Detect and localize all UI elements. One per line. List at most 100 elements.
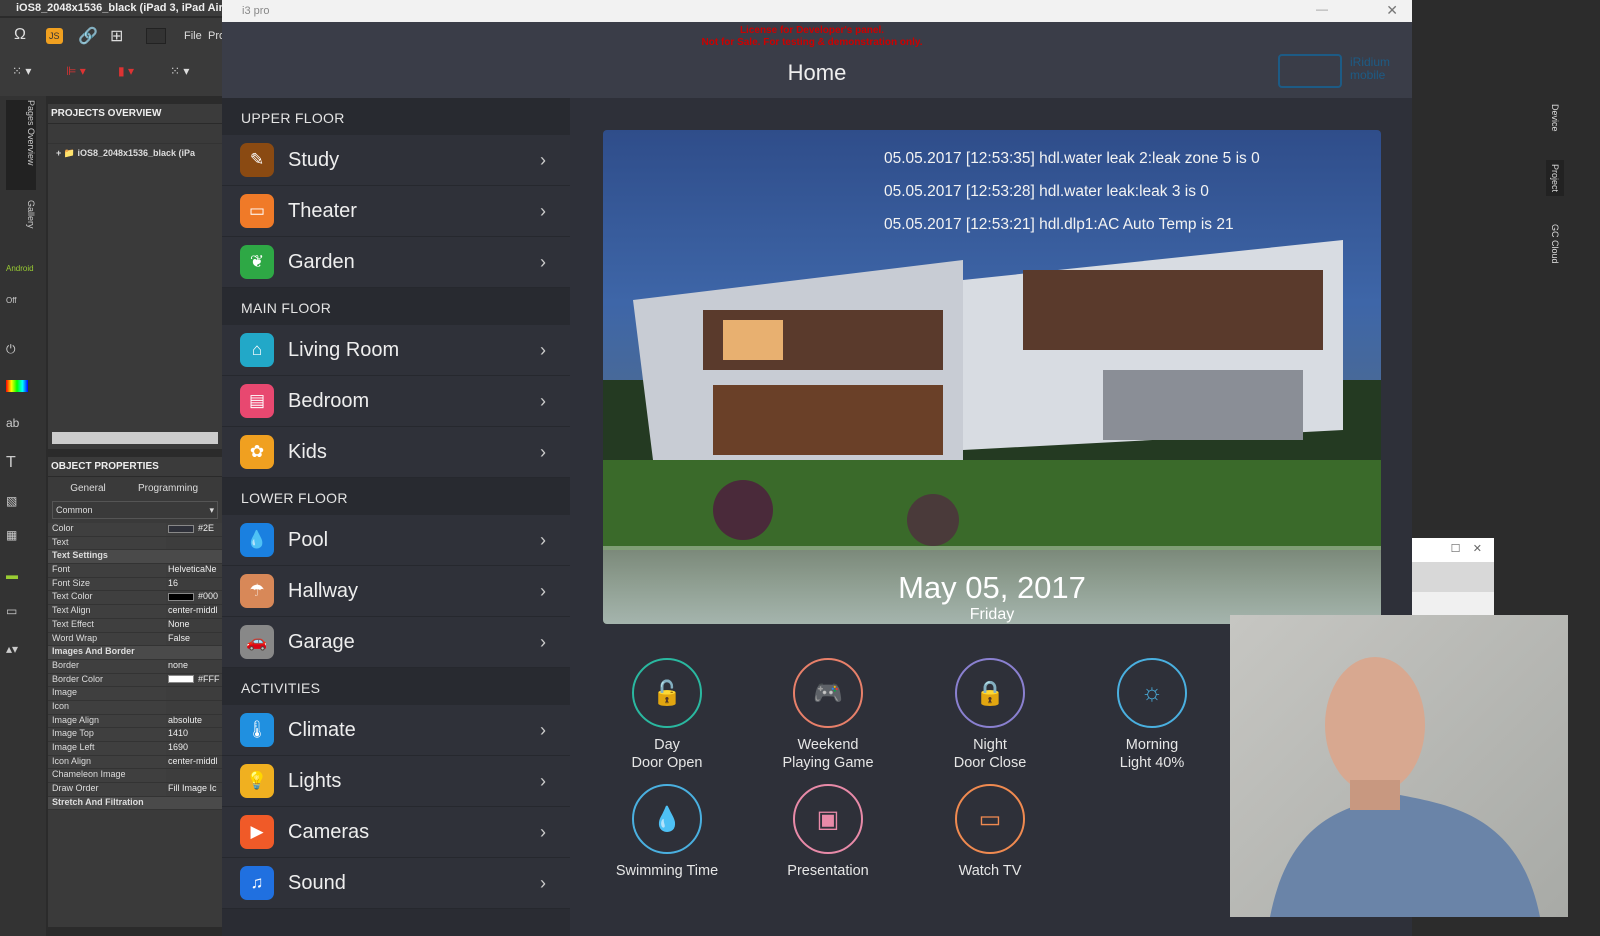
property-row[interactable]: Draw Order Fill Image Ic	[48, 783, 222, 797]
property-row[interactable]: Word Wrap False	[48, 632, 222, 647]
horizontal-scrollbar[interactable]	[52, 432, 218, 444]
property-row[interactable]: Image Top 1410	[48, 728, 222, 742]
property-value[interactable]: none	[166, 659, 222, 673]
sidebar-item-study[interactable]: ✎ Study ›	[222, 135, 570, 186]
tab-general[interactable]: General	[48, 483, 128, 494]
pages-overview-tab[interactable]: Pages Overview	[6, 100, 36, 190]
property-group-select[interactable]: Common ▾	[52, 501, 218, 519]
slider-icon[interactable]: ▬	[6, 568, 36, 590]
text-field-icon[interactable]: ab	[6, 416, 36, 438]
emulator-off-icon[interactable]: Off	[6, 296, 36, 318]
sidebar-item-living-room[interactable]: ⌂ Living Room ›	[222, 325, 570, 376]
activity-weekend-playing-game[interactable]: 🎮 Weekend Playing Game	[753, 658, 903, 772]
activity-night-door-close[interactable]: 🔒 Night Door Close	[915, 658, 1065, 772]
tab-programming[interactable]: Programming	[128, 483, 208, 494]
gc-cloud-tab[interactable]: GC Cloud	[1550, 224, 1560, 264]
property-row[interactable]: Border Color #FFF	[48, 673, 222, 688]
property-row[interactable]: Text Effect None	[48, 618, 222, 633]
project-tree-node[interactable]: + 📁 iOS8_2048x1536_black (iPa	[48, 144, 222, 163]
size-icon[interactable]: ▦	[6, 528, 36, 550]
property-value[interactable]: center-middl	[166, 605, 222, 618]
property-value[interactable]: #FFF	[166, 673, 222, 687]
sidebar-item-sound[interactable]: ♫ Sound ›	[222, 858, 570, 909]
sidebar-item-pool[interactable]: 💧 Pool ›	[222, 515, 570, 566]
sidebar-item-climate[interactable]: 🌡 Climate ›	[222, 705, 570, 756]
property-row[interactable]: Font Size 16	[48, 577, 222, 592]
chevron-right-icon: ›	[540, 390, 546, 411]
close-icon[interactable]: ✕	[1473, 543, 1482, 555]
property-value[interactable]: Fill Image Ic	[166, 783, 222, 796]
sidebar-item-garage[interactable]: 🚗 Garage ›	[222, 617, 570, 668]
close-window-icon[interactable]: ✕	[1386, 2, 1398, 19]
color-swatch[interactable]	[168, 675, 194, 684]
menu-file[interactable]: File	[184, 30, 202, 42]
property-value[interactable]: 16	[166, 577, 222, 591]
window-icon[interactable]	[146, 28, 166, 44]
property-row[interactable]: Image	[48, 687, 222, 701]
color-swatch[interactable]	[168, 524, 194, 533]
chevron-right-icon: ›	[540, 339, 546, 360]
sidebar-item-label: Theater	[288, 199, 357, 222]
property-value[interactable]: 1690	[166, 742, 222, 755]
property-row[interactable]: Color #2E	[48, 523, 222, 537]
distribute-icon[interactable]: ▮ ▾	[118, 64, 134, 78]
property-row[interactable]: Border none	[48, 659, 222, 674]
gallery-tab[interactable]: Gallery	[6, 200, 36, 250]
activity-morning-light-40-[interactable]: ☼ Morning Light 40%	[1077, 658, 1227, 772]
activity-watch-tv[interactable]: ▭ Watch TV	[915, 784, 1065, 880]
activity-swimming-time[interactable]: 💧 Swimming Time	[592, 784, 742, 880]
property-value[interactable]: 1410	[166, 728, 222, 741]
property-value[interactable]	[166, 700, 222, 714]
property-value[interactable]: absolute	[166, 714, 222, 728]
property-row[interactable]: Image Left 1690	[48, 742, 222, 756]
sidebar-item-theater[interactable]: ▭ Theater ›	[222, 186, 570, 237]
popup-icon[interactable]: ▴▾	[6, 642, 36, 664]
tree-icon[interactable]: ⊞	[110, 26, 123, 46]
property-value[interactable]: center-middl	[166, 755, 222, 769]
property-value[interactable]: False	[166, 632, 222, 646]
property-row[interactable]: Font HelveticaNe	[48, 564, 222, 578]
property-row[interactable]: Image Align absolute	[48, 714, 222, 729]
activity-presentation[interactable]: ▣ Presentation	[753, 784, 903, 880]
align-icon[interactable]: ⊫ ▾	[66, 64, 86, 78]
image-icon[interactable]: ▧	[6, 494, 36, 516]
property-row[interactable]: Icon Align center-middl	[48, 755, 222, 770]
sidebar-item-bedroom[interactable]: ▤ Bedroom ›	[222, 376, 570, 427]
omega-icon[interactable]: Ω	[14, 26, 26, 44]
property-value[interactable]	[166, 769, 222, 783]
android-icon[interactable]: Android	[6, 264, 36, 286]
property-row[interactable]: Chameleon Image	[48, 769, 222, 784]
iridium-logo-text: iRidium mobile	[1350, 55, 1391, 82]
button-icon[interactable]: ▭	[6, 604, 36, 626]
device-tab[interactable]: Device	[1550, 104, 1560, 132]
activity-day-door-open[interactable]: 🔓 Day Door Open	[592, 658, 742, 772]
minimize-window-icon[interactable]: —	[1316, 2, 1328, 16]
property-value[interactable]: None	[166, 618, 222, 632]
js-icon[interactable]: JS	[46, 28, 63, 44]
text-grid-icon[interactable]: ⁙ ▾	[170, 64, 189, 78]
property-value[interactable]: HelveticaNe	[166, 564, 222, 577]
project-tab[interactable]: Project	[1546, 160, 1564, 197]
sidebar-item-lights[interactable]: 💡 Lights ›	[222, 756, 570, 807]
property-row[interactable]: Text Color #000	[48, 591, 222, 606]
maximize-icon[interactable]: ☐	[1451, 543, 1461, 555]
color-icon[interactable]	[6, 380, 28, 392]
sidebar-item-cameras[interactable]: ▶ Cameras ›	[222, 807, 570, 858]
property-value[interactable]: #000	[166, 591, 222, 605]
property-value[interactable]	[166, 536, 222, 550]
property-row[interactable]: Text Align center-middl	[48, 605, 222, 619]
property-value[interactable]	[166, 687, 222, 700]
chevron-right-icon: ›	[540, 580, 546, 601]
property-row[interactable]: Text	[48, 536, 222, 551]
sidebar-item-kids[interactable]: ✿ Kids ›	[222, 427, 570, 478]
grid-icon[interactable]: ⁙ ▾	[12, 64, 31, 78]
color-swatch[interactable]	[168, 593, 194, 602]
sidebar-item-garden[interactable]: ❦ Garden ›	[222, 237, 570, 288]
link-icon[interactable]: 🔗	[78, 26, 98, 46]
property-name: Font	[48, 564, 166, 577]
sidebar-item-hallway[interactable]: ☂ Hallway ›	[222, 566, 570, 617]
property-row[interactable]: Icon	[48, 700, 222, 715]
power-icon[interactable]: ⏻	[6, 342, 36, 364]
property-value[interactable]: #2E	[166, 523, 222, 536]
text-icon[interactable]: T	[6, 454, 36, 476]
